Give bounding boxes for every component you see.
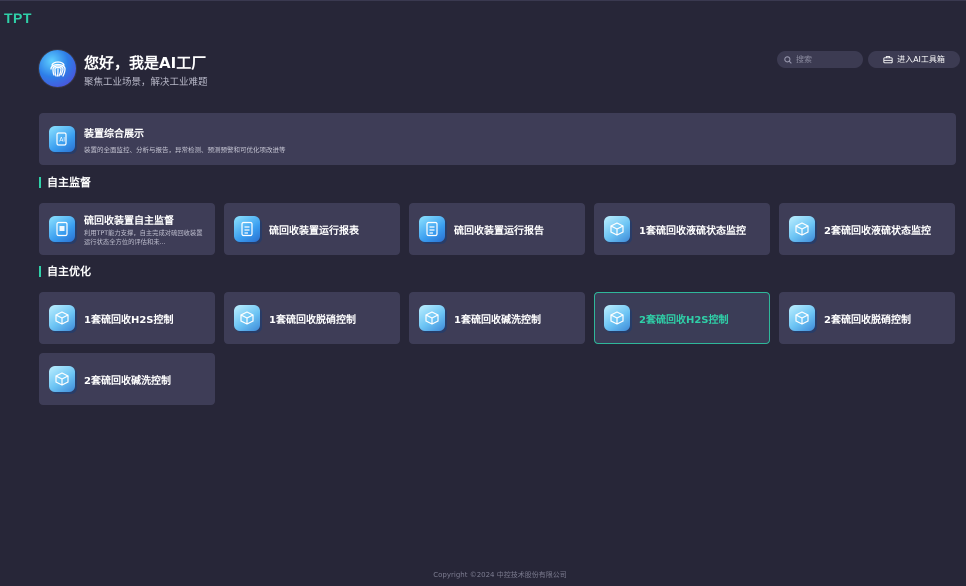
card-label: 2套硫回收液硫状态监控 [824,225,931,237]
cube-icon [604,216,630,242]
card-sulfur-recovery-monitor[interactable]: 硫回收装置自主监督 利用TPT能力支撑，自主完成对硫回收装置运行状态全方位的评估… [39,203,215,255]
card-alkali-wash-control-1[interactable]: 1套硫回收碱洗控制 [409,292,585,344]
card-run-report[interactable]: 硫回收装置运行报告 [409,203,585,255]
toolbox-label: 进入AI工具箱 [897,55,945,64]
device-icon [49,216,75,242]
report-icon [234,216,260,242]
card-label: 1套硫回收H2S控制 [84,314,174,326]
cube-icon [789,305,815,331]
card-h2s-control-2[interactable]: 2套硫回收H2S控制 [594,292,770,344]
card-denitration-control-2[interactable]: 2套硫回收脱硝控制 [779,292,955,344]
card-sub: 利用TPT能力支撑，自主完成对硫回收装置运行状态全方位的评估和未... [84,229,203,246]
card-label: 1套硫回收碱洗控制 [454,314,541,326]
overview-banner-card[interactable]: AI 装置综合展示 装置的全面监控、分析与报告，异常检测、预测预警和可优化项改进… [39,113,956,165]
card-run-sheet[interactable]: 硫回收装置运行报表 [224,203,400,255]
section-title-monitor: 自主监督 [39,177,91,188]
toolbox-icon [883,56,893,64]
card-denitration-control-1[interactable]: 1套硫回收脱硝控制 [224,292,400,344]
card-label: 2套硫回收碱洗控制 [84,375,171,387]
cube-icon [419,305,445,331]
top-divider [0,0,966,1]
ai-avatar [39,50,76,87]
banner-desc: 装置的全面监控、分析与报告，异常检测、预测预警和可优化项改进等 [84,145,286,154]
card-label: 1套硫回收液硫状态监控 [639,225,746,237]
card-h2s-control-1[interactable]: 1套硫回收H2S控制 [39,292,215,344]
card-label: 硫回收装置运行报告 [454,225,544,237]
cube-icon [49,305,75,331]
app-logo[interactable]: TPT [4,10,32,26]
card-alkali-wash-control-2[interactable]: 2套硫回收碱洗控制 [39,353,215,405]
svg-text:AI: AI [59,137,65,144]
enter-toolbox-button[interactable]: 进入AI工具箱 [868,51,960,68]
search-input[interactable] [796,55,856,64]
search-icon [784,55,792,64]
overview-icon: AI [49,126,75,152]
cube-icon [49,366,75,392]
fingerprint-icon [49,60,66,77]
card-label: 硫回收装置自主监督 [84,215,174,227]
cube-icon [234,305,260,331]
report-icon [419,216,445,242]
search-box[interactable] [777,51,863,68]
card-label: 2套硫回收H2S控制 [639,314,729,326]
cube-icon [604,305,630,331]
cube-icon [789,216,815,242]
card-liquid-sulfur-2[interactable]: 2套硫回收液硫状态监控 [779,203,955,255]
card-label: 1套硫回收脱硝控制 [269,314,356,326]
card-label: 2套硫回收脱硝控制 [824,314,911,326]
greeting-title: 您好，我是AI工厂 [84,54,207,72]
banner-title: 装置综合展示 [84,128,144,140]
card-liquid-sulfur-1[interactable]: 1套硫回收液硫状态监控 [594,203,770,255]
card-label: 硫回收装置运行报表 [269,225,359,237]
section-title-optimize: 自主优化 [39,266,91,277]
footer-copyright: Copyright ©2024 中控技术股份有限公司 [433,571,567,579]
greeting-subtitle: 聚焦工业场景，解决工业难题 [84,77,208,88]
